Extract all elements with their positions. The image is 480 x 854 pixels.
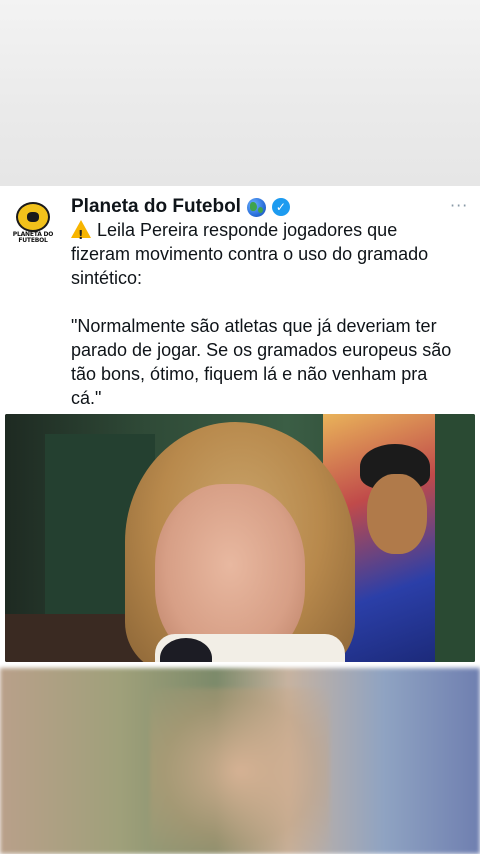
tweet-line: fizeram movimento contra o uso do gramad… [71, 244, 429, 264]
quote-line: cá." [71, 388, 102, 408]
tweet-card[interactable]: PLANETA DO FUTEBOL Planeta do Futebol ✓ … [0, 186, 480, 668]
tweet-header: Planeta do Futebol ✓ [71, 194, 290, 220]
tweet-text: Leila Pereira responde jogadores que fiz… [71, 218, 471, 410]
globe-icon [246, 197, 266, 217]
quote-line: "Normalmente são atletas que já deveriam… [71, 316, 437, 336]
blurred-bottom-background [0, 668, 480, 854]
warning-icon [71, 220, 91, 247]
verified-badge-icon: ✓ [271, 198, 290, 216]
avatar-wordmark: PLANETA DO FUTEBOL [12, 231, 54, 244]
quote-line: parado de jogar. Se os gramados europeus… [71, 340, 452, 360]
tweet-line: sintético: [71, 268, 143, 288]
avatar[interactable]: PLANETA DO FUTEBOL [8, 198, 58, 248]
display-name[interactable]: Planeta do Futebol [71, 196, 241, 218]
tweet-line: Leila Pereira responde jogadores que [71, 218, 471, 247]
tweet-media-image[interactable] [5, 414, 475, 662]
soccer-ball-logo-icon [16, 202, 50, 232]
blurred-top-background [0, 0, 480, 186]
quote-line: tão bons, ótimo, fiquem lá e não venham … [71, 364, 428, 384]
more-options-icon[interactable]: ··· [450, 196, 468, 215]
